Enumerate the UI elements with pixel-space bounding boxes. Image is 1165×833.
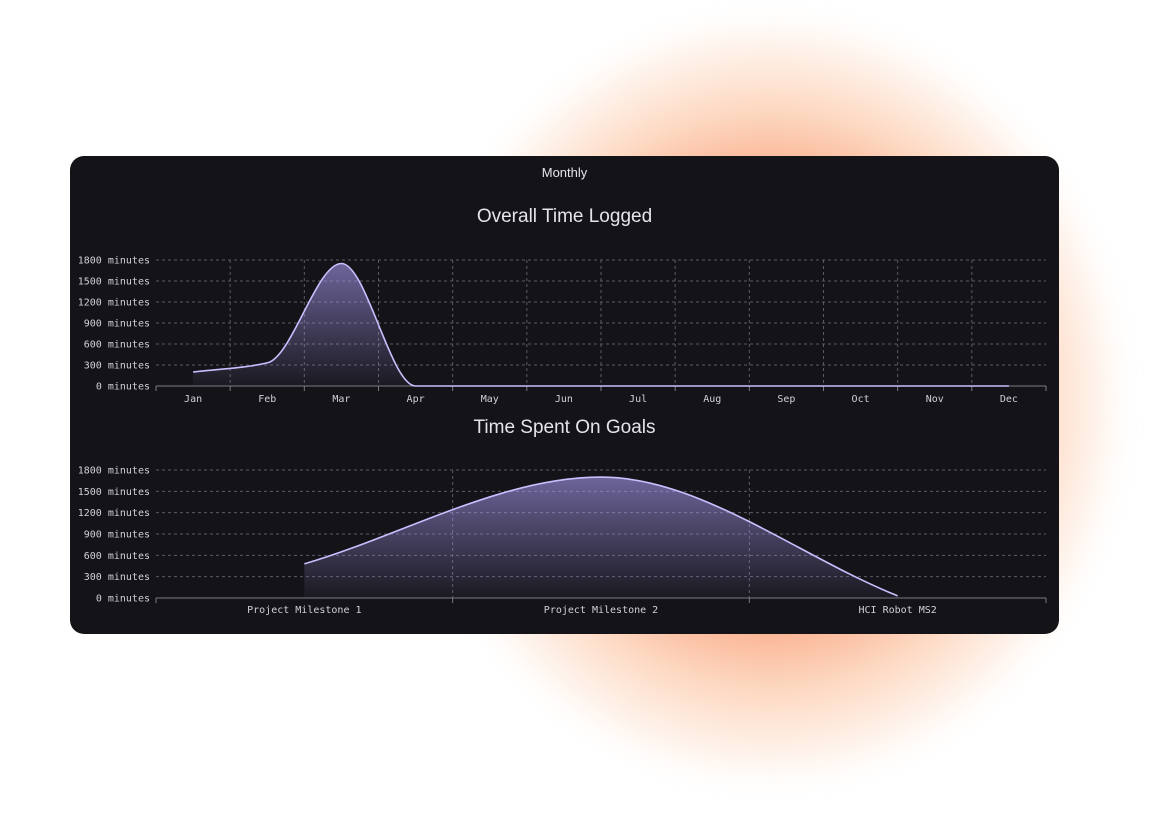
chart-1: 0 minutes 300 minutes 600 minutes 900 minut… [78,466,1047,616]
y-tick-label: 1500 minutes [78,487,150,498]
x-tick-label: Project Milestone 2 [544,605,658,616]
x-tick-label: Apr [407,394,425,405]
x-tick-label: Sep [777,394,795,405]
x-tick-label: Mar [332,394,350,405]
charts-canvas: 0 minutes 300 minutes 600 minutes 900 minut… [78,256,1047,616]
y-tick-label: 300 minutes [84,361,150,372]
y-tick-label: 0 minutes [96,594,150,605]
y-tick-label: 300 minutes [84,572,150,583]
y-tick-label: 900 minutes [84,530,150,541]
x-tick-label: HCI Robot MS2 [859,605,937,616]
y-tick-label: 600 minutes [84,551,150,562]
x-tick-label: Jun [555,394,573,405]
x-tick-label: Dec [1000,394,1018,405]
y-tick-label: 600 minutes [84,340,150,351]
y-tick-label: 1200 minutes [78,508,150,519]
x-tick-label: Jan [184,394,202,405]
y-tick-label: 900 minutes [84,319,150,330]
x-tick-label: Project Milestone 1 [247,605,361,616]
chart-card: Monthly Overall Time Logged Time Spent O… [70,156,1059,634]
x-tick-label: Jul [629,394,647,405]
series-area [304,477,898,598]
y-tick-label: 1800 minutes [78,256,150,267]
x-tick-label: May [481,394,499,405]
x-tick-label: Nov [926,394,944,405]
y-tick-label: 0 minutes [96,382,150,393]
x-tick-label: Feb [258,394,276,405]
series-area [193,263,1009,386]
y-tick-label: 1500 minutes [78,277,150,288]
x-tick-label: Oct [852,394,870,405]
chart-0: 0 minutes 300 minutes 600 minutes 900 minut… [78,256,1047,405]
y-tick-label: 1200 minutes [78,298,150,309]
x-tick-label: Aug [703,394,721,405]
y-tick-label: 1800 minutes [78,466,150,477]
